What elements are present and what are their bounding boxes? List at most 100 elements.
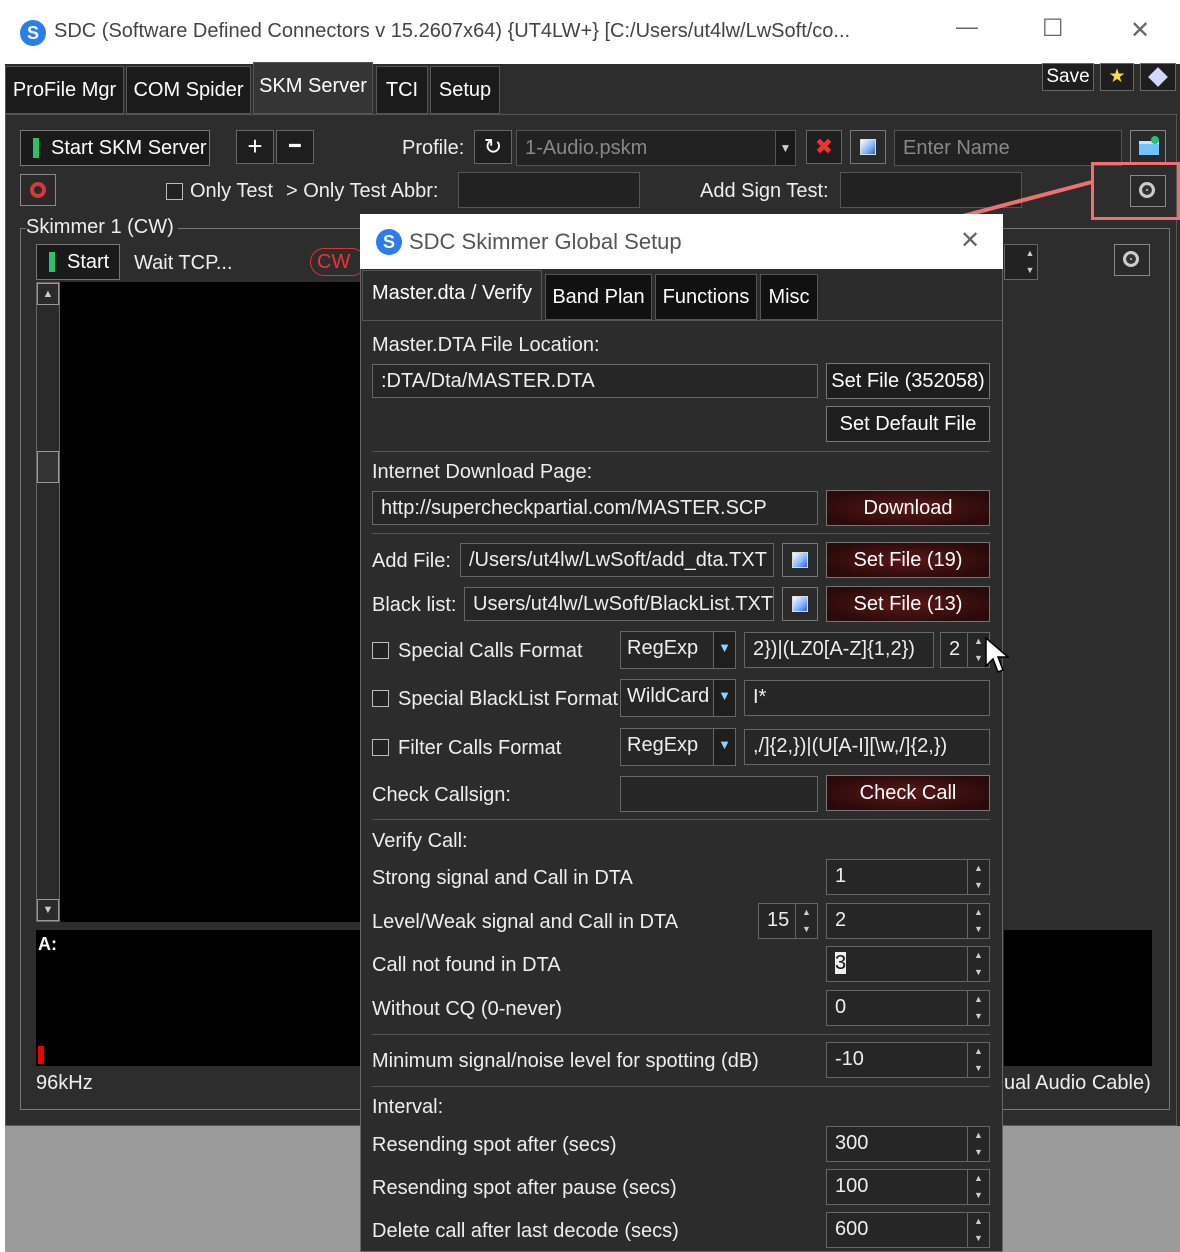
tab-skm-server[interactable]: SKM Server	[253, 62, 373, 114]
reset-icon[interactable]	[20, 174, 56, 206]
skimmer-group-title: Skimmer 1 (CW)	[26, 216, 178, 239]
chevron-down-icon[interactable]: ▼	[713, 632, 735, 668]
add-sign-test-label: Add Sign Test:	[700, 180, 829, 202]
add-file-label: Add File:	[372, 550, 451, 572]
profile-label: Profile:	[402, 137, 465, 159]
download-url-input[interactable]: http://supercheckpartial.com/MASTER.SCP	[372, 491, 818, 525]
add-button[interactable]: +	[236, 130, 274, 164]
scroll-up-icon[interactable]: ▲	[37, 283, 59, 305]
add-file-path-input[interactable]: /Users/ut4lw/LwSoft/add_dta.TXT	[460, 543, 774, 577]
level-meter	[38, 1046, 44, 1064]
waterfall-display[interactable]	[60, 282, 360, 922]
dialog-tab-functions[interactable]: Functions	[655, 274, 757, 320]
chevron-down-icon[interactable]: ▼	[775, 131, 795, 165]
blacklist-path-input[interactable]: Users/ut4lw/LwSoft/BlackList.TXT	[464, 587, 774, 621]
tab-com-spider[interactable]: COM Spider	[126, 66, 251, 114]
vertical-scrollbar[interactable]: ▲ ▼	[36, 282, 60, 922]
profile-select[interactable]: 1-Audio.pskm ▼	[516, 130, 796, 166]
maximize-button[interactable]: ☐	[1042, 14, 1064, 43]
app-logo-icon: S	[20, 20, 46, 46]
master-location-label: Master.DTA File Location:	[372, 334, 600, 356]
scroll-down-icon[interactable]: ▼	[37, 899, 59, 921]
scroll-thumb[interactable]	[37, 451, 59, 483]
not-found-label: Call not found in DTA	[372, 954, 561, 976]
save-button[interactable]: Save	[1042, 63, 1094, 91]
min-snr-spinner[interactable]: -10 ▲ ▼	[826, 1042, 990, 1078]
start-skm-server-button[interactable]: Start SKM Server	[20, 130, 210, 166]
only-test-checkbox[interactable]	[166, 183, 183, 200]
set-add-file-button[interactable]: Set File (19)	[826, 542, 990, 578]
set-file-button[interactable]: Set File (352058)	[826, 363, 990, 399]
pin-icon[interactable]	[1140, 63, 1176, 91]
special-calls-mode-select[interactable]: RegExp ▼	[620, 631, 736, 669]
skimmer-spinner[interactable]: ▲ ▼	[1004, 244, 1038, 280]
profile-value: 1-Audio.pskm	[525, 137, 648, 159]
check-call-button[interactable]: Check Call	[826, 775, 990, 811]
edit-blacklist-icon[interactable]	[782, 587, 818, 621]
special-blacklist-mode-select[interactable]: WildCard ▼	[620, 679, 736, 717]
special-blacklist-expr-input[interactable]: I*	[744, 680, 990, 716]
edit-profile-icon[interactable]	[850, 130, 886, 164]
only-test-label: Only Test	[190, 180, 273, 202]
special-calls-checkbox[interactable]	[372, 642, 389, 659]
tab-setup[interactable]: Setup	[430, 66, 500, 114]
chevron-down-icon[interactable]: ▼	[713, 680, 735, 716]
special-blacklist-label: Special BlackList Format	[398, 688, 619, 710]
mouse-cursor-icon	[985, 636, 1010, 673]
resend-spinner[interactable]: 300 ▲ ▼	[826, 1126, 990, 1162]
set-blacklist-button[interactable]: Set File (13)	[826, 586, 990, 622]
only-test-abbr-input[interactable]	[458, 172, 640, 208]
check-callsign-input[interactable]	[620, 776, 818, 812]
weak-signal-spinner[interactable]: 2 ▲ ▼	[826, 903, 990, 939]
separator	[372, 533, 990, 534]
resend-pause-spinner[interactable]: 100 ▲ ▼	[826, 1169, 990, 1205]
edit-add-file-icon[interactable]	[782, 543, 818, 577]
weak-level-spinner[interactable]: 15 ▲ ▼	[758, 903, 818, 939]
weak-signal-value: 2	[835, 909, 847, 931]
dialog-tab-band-plan[interactable]: Band Plan	[545, 274, 652, 320]
status-indicator	[33, 138, 39, 158]
chevron-down-icon[interactable]: ▼	[713, 729, 735, 765]
resend-value: 300	[835, 1132, 869, 1154]
skimmer-status-indicator	[49, 252, 55, 272]
tab-tci[interactable]: TCI	[376, 66, 428, 114]
strong-signal-value: 1	[835, 865, 847, 887]
not-found-spinner[interactable]: 3 ▲ ▼	[826, 946, 990, 982]
title-bar: S SDC (Software Defined Connectors v 15.…	[0, 0, 1180, 64]
delete-profile-icon[interactable]: ✖	[806, 130, 842, 164]
special-calls-num-value: 2	[949, 638, 961, 660]
filter-calls-label: Filter Calls Format	[398, 737, 562, 759]
special-blacklist-checkbox[interactable]	[372, 690, 389, 707]
dialog-tab-misc[interactable]: Misc	[760, 274, 818, 320]
channel-label: A:	[38, 934, 57, 954]
close-button[interactable]: ✕	[1130, 16, 1150, 45]
filter-calls-expr-input[interactable]: ,/]{2,})|(U[A-I][\w,/]{2,})	[744, 729, 990, 765]
dialog-tab-master-dta[interactable]: Master.dta / Verify	[362, 270, 542, 320]
set-default-file-button[interactable]: Set Default File	[826, 406, 990, 442]
refresh-icon[interactable]: ↻	[474, 130, 512, 164]
without-cq-spinner[interactable]: 0 ▲ ▼	[826, 990, 990, 1026]
favorite-star-icon[interactable]: ★	[1100, 63, 1134, 91]
dialog-title: SDC Skimmer Global Setup	[409, 229, 682, 254]
minimize-button[interactable]: —	[956, 14, 978, 40]
blacklist-label: Black list:	[372, 594, 457, 616]
master-path-input[interactable]: :DTA/Dta/MASTER.DTA	[372, 364, 818, 398]
special-calls-num-spinner[interactable]: 2 ▲ ▼	[940, 632, 990, 668]
resend-pause-value: 100	[835, 1175, 869, 1197]
dialog-close-button[interactable]: ✕	[960, 226, 980, 255]
name-placeholder: Enter Name	[903, 137, 1010, 159]
tab-profile-mgr[interactable]: ProFile Mgr	[5, 66, 124, 114]
skimmer-start-button[interactable]: Start	[36, 244, 120, 280]
strong-signal-spinner[interactable]: 1 ▲ ▼	[826, 859, 990, 895]
filter-calls-checkbox[interactable]	[372, 739, 389, 756]
remove-button[interactable]: ━	[276, 130, 314, 164]
filter-calls-mode-select[interactable]: RegExp ▼	[620, 728, 736, 766]
save-profile-icon[interactable]	[1130, 130, 1166, 164]
delete-call-spinner[interactable]: 600 ▲ ▼	[826, 1212, 990, 1248]
spectrum-display[interactable]: A:	[36, 930, 360, 1066]
window-title: SDC (Software Defined Connectors v 15.26…	[54, 20, 851, 42]
special-calls-expr-input[interactable]: 2})|(LZ0[A-Z]{1,2})	[744, 632, 934, 668]
skimmer-settings-gear-icon[interactable]	[1114, 244, 1150, 276]
download-button[interactable]: Download	[826, 490, 990, 526]
separator	[372, 451, 990, 452]
